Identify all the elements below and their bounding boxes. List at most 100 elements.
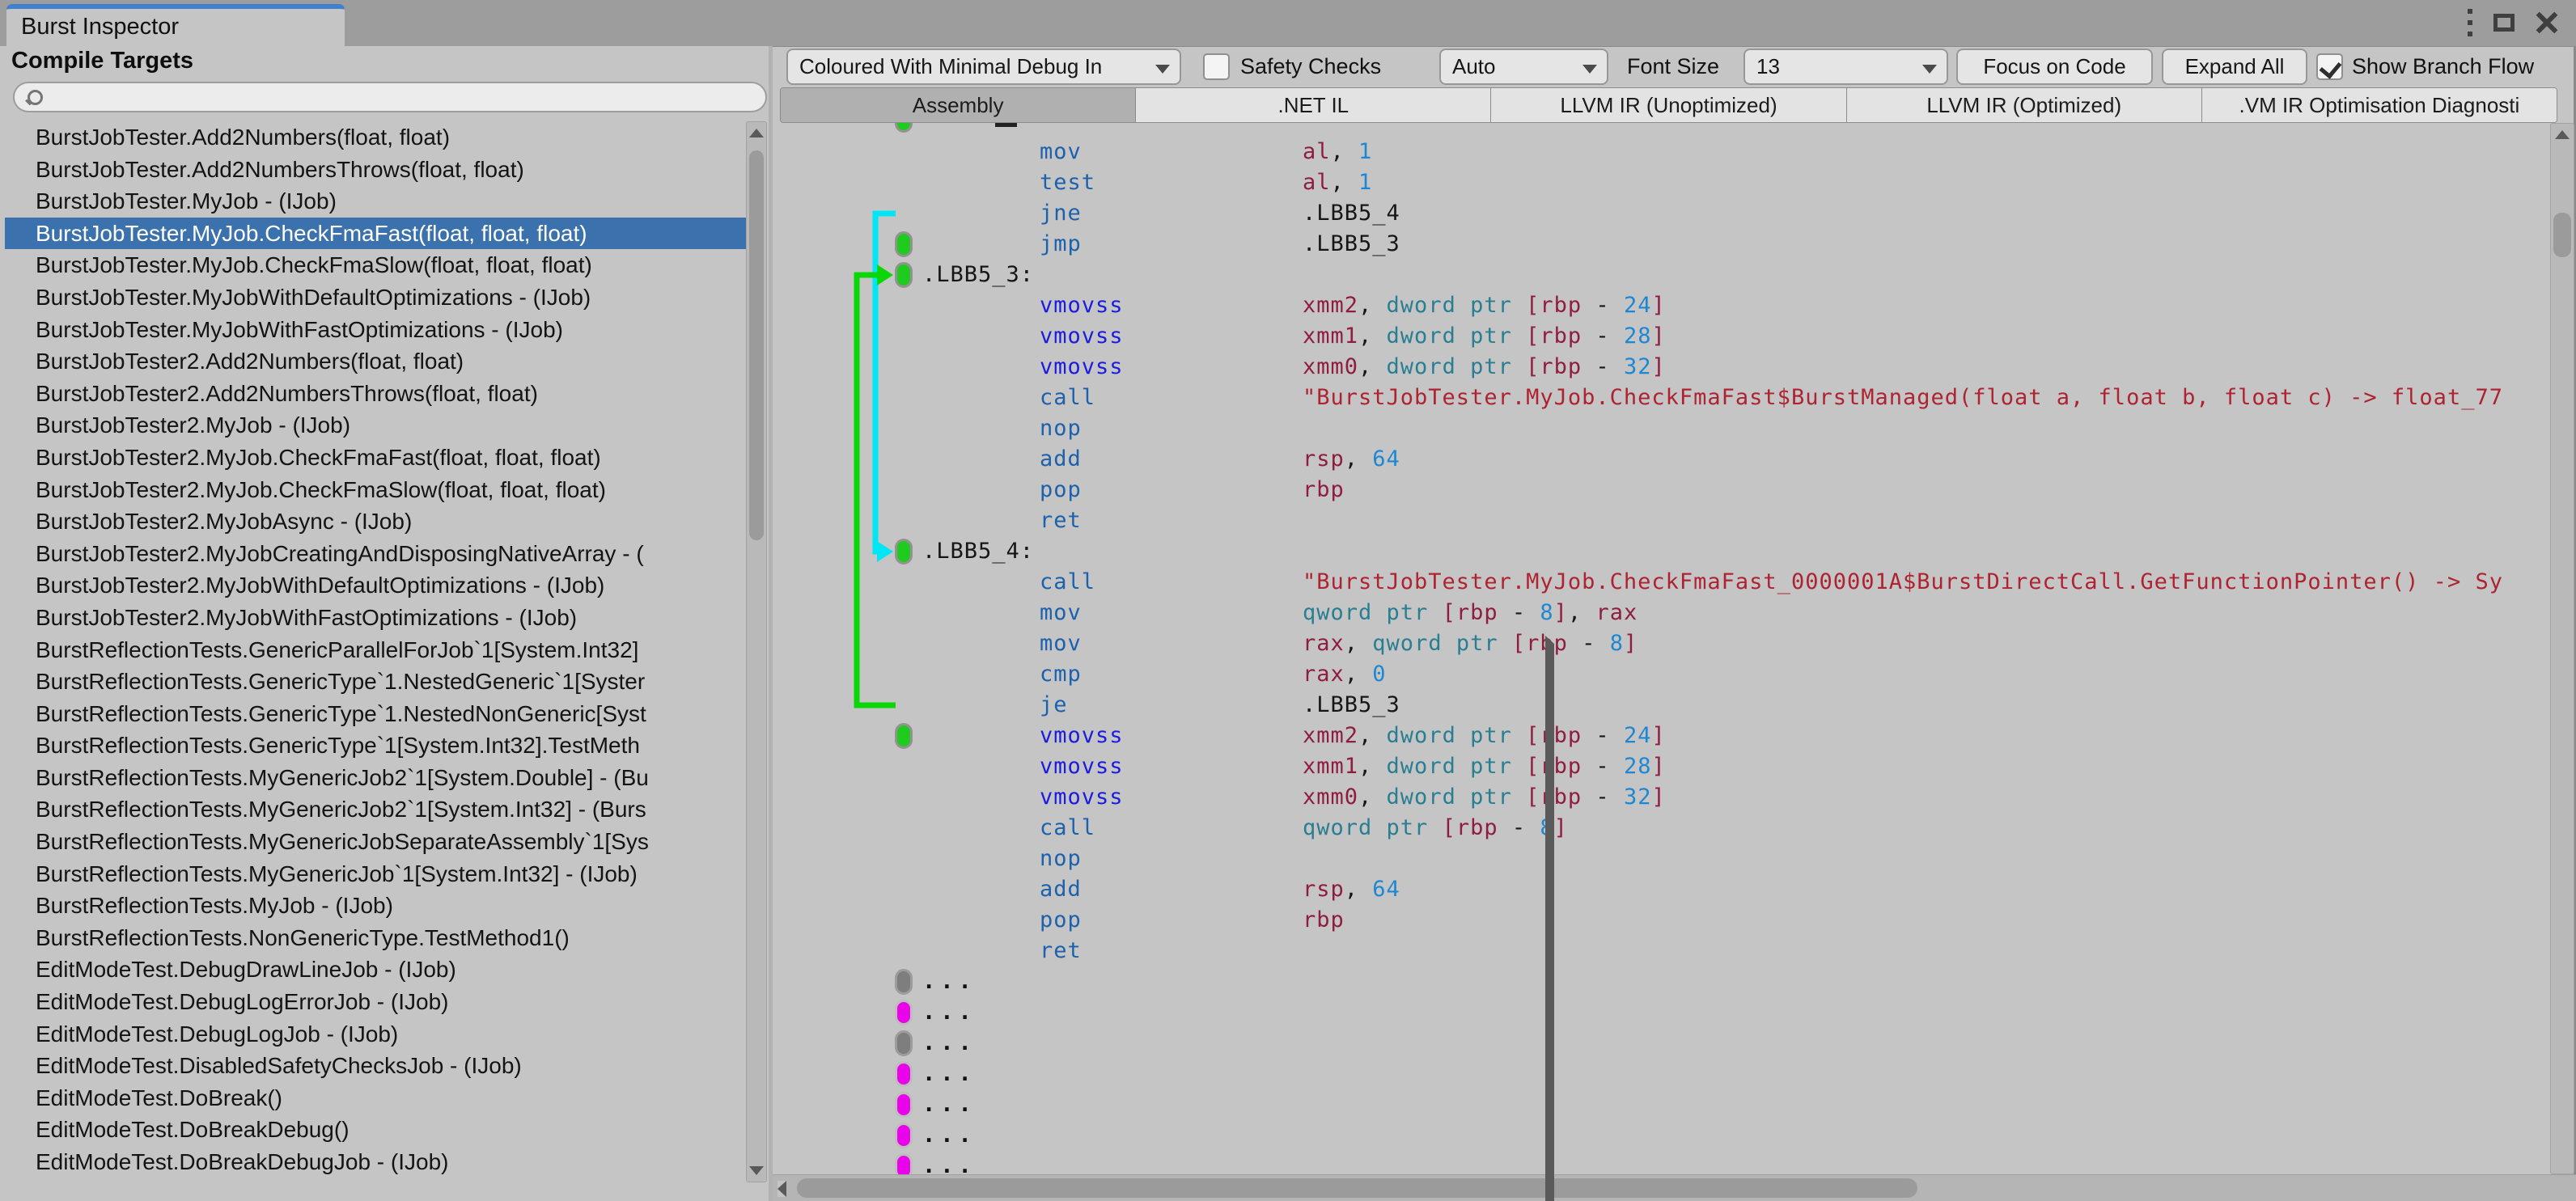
block-pill-magenta: [895, 1153, 913, 1174]
list-item[interactable]: BurstJobTester2.MyJob - (IJob): [5, 409, 746, 442]
kebab-menu-icon[interactable]: [2468, 9, 2472, 36]
tab-burst-inspector[interactable]: Burst Inspector: [6, 4, 345, 46]
list-item[interactable]: BurstJobTester2.MyJobWithDefaultOptimiza…: [5, 569, 746, 602]
assembly-line: pop rbp: [1040, 477, 1345, 502]
list-item[interactable]: BurstReflectionTests.GenericType`1[Syste…: [5, 729, 746, 762]
list-item[interactable]: BurstReflectionTests.MyGenericJob2`1[Sys…: [5, 793, 746, 826]
list-item[interactable]: BurstJobTester.MyJobWithFastOptimization…: [5, 314, 746, 346]
list-vertical-scrollbar[interactable]: [746, 121, 767, 1182]
list-item[interactable]: BurstJobTester2.MyJob.CheckFmaSlow(float…: [5, 474, 746, 506]
expand-all-button[interactable]: Expand All: [2162, 49, 2307, 85]
list-item[interactable]: BurstReflectionTests.GenericParallelForJ…: [5, 634, 746, 666]
chevron-down-icon: [1155, 65, 1170, 74]
list-item[interactable]: BurstJobTester.MyJob.CheckFmaSlow(float,…: [5, 249, 746, 281]
compile-targets-list: BurstJobTester.Add2Numbers(float, float)…: [5, 121, 746, 1182]
list-item[interactable]: BurstJobTester.Add2NumbersThrows(float, …: [5, 154, 746, 186]
list-item[interactable]: EditModeTest.DoBreak(): [5, 1082, 746, 1114]
font-size-dropdown[interactable]: 13: [1743, 49, 1948, 85]
assembly-line: jne .LBB5_4: [1040, 201, 1400, 226]
assembly-line: add rsp, 64: [1040, 446, 1400, 472]
list-item[interactable]: BurstJobTester.MyJobWithDefaultOptimizat…: [5, 281, 746, 314]
list-item[interactable]: EditModeTest.DoBreakJob - (IJob): [5, 1178, 746, 1182]
tab-llvm-ir-optimized-[interactable]: LLVM IR (Optimized): [1846, 88, 2202, 122]
list-item[interactable]: BurstReflectionTests.GenericType`1.Neste…: [5, 698, 746, 730]
scroll-down-icon[interactable]: [749, 1166, 764, 1175]
tab-llvm-ir-unoptimized-[interactable]: LLVM IR (Unoptimized): [1491, 88, 1847, 122]
block-pill-gray: [895, 969, 913, 995]
ir-view-tabs: Assembly .NET IL LLVM IR (Unoptimized) LLVM…: [780, 87, 2557, 123]
scroll-up-icon[interactable]: [749, 129, 764, 137]
list-item[interactable]: BurstJobTester2.MyJob.CheckFmaFast(float…: [5, 442, 746, 474]
assembly-line: vmovss xmm2, dword ptr [rbp - 24]: [1040, 293, 1666, 318]
code-horizontal-scrollbar[interactable]: [773, 636, 2576, 1201]
list-item[interactable]: BurstReflectionTests.MyGenericJob`1[Syst…: [5, 858, 746, 890]
block-pill-green: [895, 723, 913, 749]
assembly-line: vmovss xmm0, dword ptr [rbp - 32]: [1040, 354, 1666, 379]
assembly-line: ret: [1040, 508, 1082, 533]
scroll-up-icon[interactable]: [2555, 130, 2570, 139]
list-item[interactable]: BurstJobTester2.MyJobCreatingAndDisposin…: [5, 538, 746, 570]
focus-on-code-button[interactable]: Focus on Code: [1956, 49, 2153, 85]
list-item[interactable]: BurstReflectionTests.MyJob - (IJob): [5, 890, 746, 922]
window-title: Burst Inspector: [21, 14, 180, 40]
assembly-line: mov qword ptr [rbp - 8], rax: [1040, 600, 1638, 625]
codegen-options-dropdown[interactable]: Coloured With Minimal Debug In: [786, 49, 1181, 85]
list-scrollbar-thumb[interactable]: [749, 150, 764, 540]
window-title-bar: Burst Inspector: [0, 0, 2576, 47]
chevron-down-icon: [1922, 65, 1937, 74]
font-size-label: Font Size: [1627, 54, 1720, 78]
search-icon: [28, 90, 43, 105]
safety-checks-label: Safety Checks: [1240, 54, 1382, 78]
block-pill-magenta: [895, 1092, 913, 1118]
compile-targets-panel: Compile Targets BurstJobTester.Add2Numbe…: [0, 46, 770, 1201]
list-item[interactable]: EditModeTest.DoBreakDebug(): [5, 1114, 746, 1146]
block-pill-green: [895, 231, 913, 257]
list-item[interactable]: BurstJobTester.MyJob - (IJob): [5, 185, 746, 218]
list-item[interactable]: BurstReflectionTests.MyGenericJob2`1[Sys…: [5, 762, 746, 794]
block-pill-gray: [895, 1030, 913, 1056]
assembly-line: nop: [1040, 416, 1082, 441]
list-item[interactable]: BurstReflectionTests.NonGenericType.Test…: [5, 922, 746, 954]
assembly-line: test al, 1: [1040, 170, 1373, 195]
list-item[interactable]: BurstJobTester2.MyJobWithFastOptimizatio…: [5, 602, 746, 634]
block-pill-magenta: [895, 1123, 913, 1148]
compile-targets-header: Compile Targets: [11, 48, 194, 74]
list-item[interactable]: BurstJobTester2.Add2Numbers(float, float…: [5, 345, 746, 378]
assembly-line: call "BurstJobTester.MyJob.CheckFmaFast_0…: [1040, 569, 2503, 594]
assembly-line: call "BurstJobTester.MyJob.CheckFmaFast$B…: [1040, 385, 2503, 410]
list-item[interactable]: BurstJobTester.Add2Numbers(float, float): [5, 121, 746, 154]
block-pill-partial: [895, 123, 913, 133]
block-pill-magenta: [895, 1000, 913, 1026]
safety-checks-checkbox[interactable]: [1203, 53, 1230, 80]
block-pill-green: [895, 262, 913, 288]
list-item[interactable]: BurstJobTester.MyJob.CheckFmaFast(float,…: [5, 217, 746, 250]
list-item[interactable]: BurstReflectionTests.GenericType`1.Neste…: [5, 666, 746, 698]
code-scrollbar-thumb[interactable]: [2553, 213, 2571, 257]
list-item[interactable]: BurstJobTester2.Add2NumbersThrows(float,…: [5, 378, 746, 410]
assembly-line: jmp .LBB5_3: [1040, 231, 1400, 256]
list-item[interactable]: EditModeTest.DebugDrawLineJob - (IJob): [5, 954, 746, 986]
scroll-right-icon[interactable]: [1545, 636, 2576, 1201]
maximize-icon[interactable]: [2493, 14, 2515, 32]
assembly-line: mov al, 1: [1040, 139, 1373, 164]
tab--net-il[interactable]: .NET IL: [1136, 88, 1492, 122]
tab--vm-ir-optimisation-diagnosti[interactable]: .VM IR Optimisation Diagnosti: [2201, 88, 2557, 122]
close-icon[interactable]: [2536, 11, 2558, 34]
list-item[interactable]: EditModeTest.DebugLogErrorJob - (IJob): [5, 986, 746, 1018]
show-branch-flow-checkbox[interactable]: [2316, 53, 2343, 80]
disassembly-toolbar: Coloured With Minimal Debug In Safety Ch…: [773, 46, 2576, 87]
list-item[interactable]: BurstReflectionTests.MyGenericJobSeparat…: [5, 826, 746, 858]
list-item[interactable]: EditModeTest.DebugLogJob - (IJob): [5, 1018, 746, 1051]
disassembly-panel: Coloured With Minimal Debug In Safety Ch…: [773, 46, 2576, 1201]
tab-assembly[interactable]: Assembly: [781, 88, 1137, 122]
assembly-line: vmovss xmm1, dword ptr [rbp - 28]: [1040, 324, 1666, 349]
search-input[interactable]: [13, 82, 767, 112]
safety-mode-dropdown[interactable]: Auto: [1439, 49, 1608, 85]
list-item[interactable]: BurstJobTester2.MyJobAsync - (IJob): [5, 505, 746, 538]
scroll-left-icon[interactable]: [777, 1180, 786, 1197]
clipped-line-fragment: [995, 123, 1017, 127]
list-item[interactable]: EditModeTest.DoBreakDebugJob - (IJob): [5, 1146, 746, 1178]
block-pill-green: [895, 539, 913, 565]
assembly-line: .LBB5_3:: [922, 262, 1035, 287]
list-item[interactable]: EditModeTest.DisabledSafetyChecksJob - (…: [5, 1050, 746, 1082]
